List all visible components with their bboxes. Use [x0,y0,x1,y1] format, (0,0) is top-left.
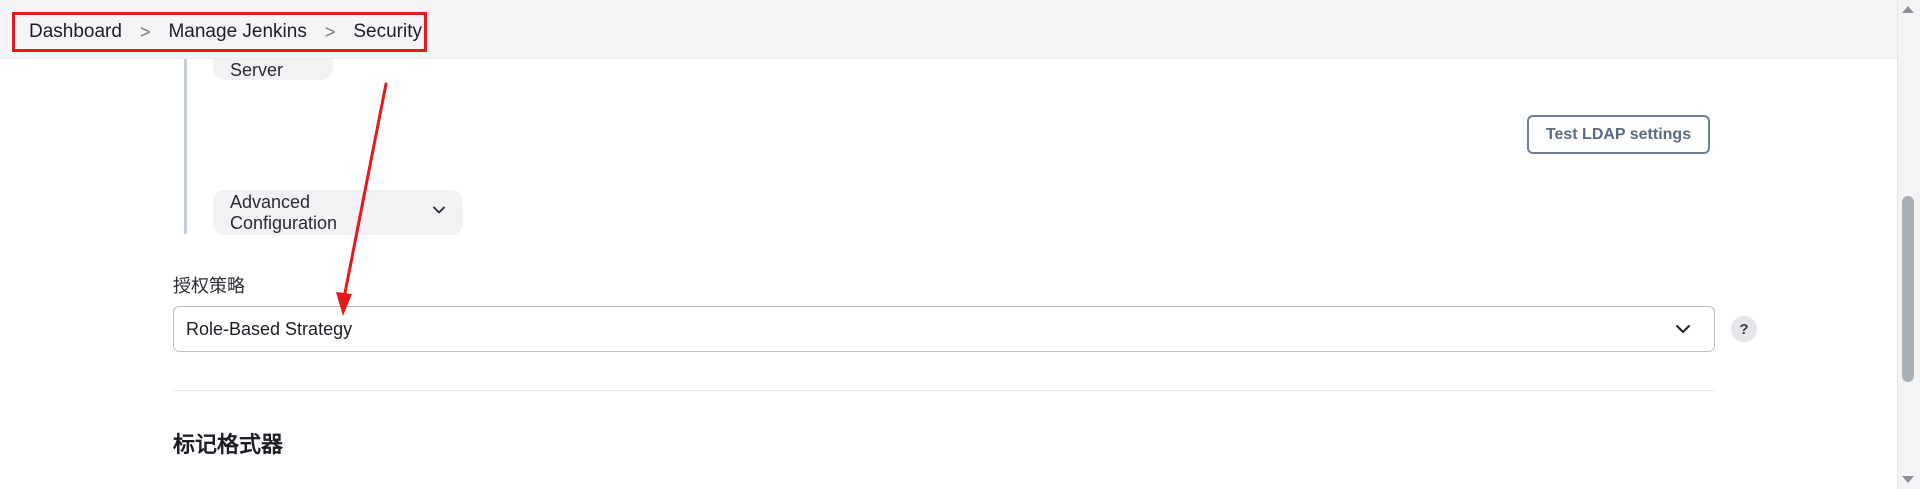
help-icon[interactable]: ? [1731,316,1757,342]
chevron-right-icon: > [139,21,151,42]
test-ldap-settings-button[interactable]: Test LDAP settings [1527,115,1710,154]
authorization-strategy-label: 授权策略 [173,276,245,296]
section-divider [173,390,1715,391]
jenkins-security-page: Dashboard > Manage Jenkins > Security Ad… [0,0,1920,489]
test-ldap-label: Test LDAP settings [1545,125,1692,143]
markup-formatter-title: 标记格式器 [173,432,284,457]
advanced-configuration-label: Advanced Configuration [230,191,338,233]
breadcrumb-bar: Dashboard > Manage Jenkins > Security [0,0,1920,59]
breadcrumb: Dashboard > Manage Jenkins > Security [12,12,427,52]
breadcrumb-security[interactable]: Security [353,21,422,43]
ldap-section-rule [184,58,187,234]
scroll-down-arrow-icon[interactable] [1902,476,1914,483]
scroll-up-arrow-icon[interactable] [1902,6,1914,13]
vertical-scrollbar[interactable] [1897,0,1920,489]
scrollbar-thumb[interactable] [1902,196,1914,382]
chevron-right-icon: > [324,21,336,42]
help-label: ? [1739,320,1749,338]
advanced-configuration-button[interactable]: Advanced Configuration [213,190,463,235]
chevron-down-icon [1676,325,1690,333]
breadcrumb-manage-jenkins[interactable]: Manage Jenkins [168,21,306,43]
authorization-strategy-value: Role-Based Strategy [186,318,353,339]
chevron-down-icon [432,203,446,220]
breadcrumb-dashboard[interactable]: Dashboard [29,21,122,43]
authorization-strategy-select[interactable]: Role-Based Strategy [173,306,1715,352]
